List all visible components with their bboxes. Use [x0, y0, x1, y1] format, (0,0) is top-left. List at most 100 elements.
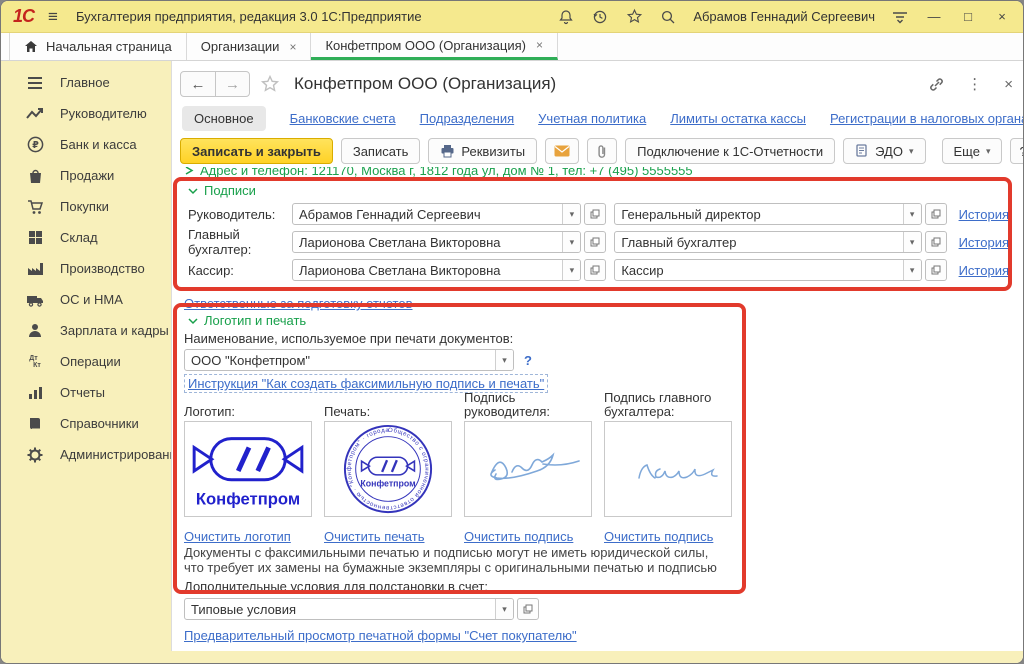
signatures-section-header[interactable]: Подписи [188, 183, 256, 198]
open-item-button[interactable] [925, 231, 947, 253]
favorites-star-icon[interactable] [625, 8, 643, 26]
requisites-label: Реквизиты [461, 144, 525, 159]
print-name-input[interactable] [185, 350, 495, 370]
accountant-name-input[interactable] [293, 232, 562, 252]
nav-tab-bank-accounts[interactable]: Банковские счета [290, 111, 396, 126]
tab-konfetprom[interactable]: Конфетпром ООО (Организация) × [311, 33, 558, 60]
close-window-button[interactable]: × [993, 9, 1011, 24]
open-item-button[interactable] [925, 259, 947, 281]
help-button[interactable]: ? [1010, 138, 1024, 164]
sidebar-item-rukovoditelyu[interactable]: Руководителю [1, 98, 171, 129]
manager-position-field[interactable]: ▾ [614, 203, 921, 225]
dropdown-arrow-icon[interactable]: ▾ [903, 260, 921, 280]
clear-accountant-signature-link[interactable]: Очистить подпись [604, 529, 713, 544]
nav-tab-registracii[interactable]: Регистрации в налоговых органах [830, 111, 1024, 126]
history-link[interactable]: История [959, 263, 1009, 278]
maximize-button[interactable]: □ [959, 9, 977, 24]
manager-name-field[interactable]: ▾ [292, 203, 581, 225]
connect-1c-reporting-button[interactable]: Подключение к 1С-Отчетности [625, 138, 835, 164]
tab-home[interactable]: Начальная страница [9, 33, 187, 60]
sidebar-item-sklad[interactable]: Склад [1, 222, 171, 253]
forward-button[interactable]: → [215, 72, 249, 96]
address-group-label: Адрес и телефон: 121170, Москва г, 1812 … [200, 167, 693, 178]
tab-close-icon[interactable]: × [536, 38, 543, 52]
logo-stamp-section-header[interactable]: Логотип и печать [188, 313, 306, 328]
sidebar-label: Покупки [60, 199, 109, 214]
open-item-button[interactable] [584, 259, 606, 281]
clear-manager-signature-link[interactable]: Очистить подпись [464, 529, 573, 544]
open-item-button[interactable] [584, 203, 606, 225]
open-item-button[interactable] [925, 203, 947, 225]
search-icon[interactable] [659, 8, 677, 26]
invoice-conditions-field[interactable]: ▾ [184, 598, 514, 620]
sidebar-item-otchety[interactable]: Отчеты [1, 377, 171, 408]
open-item-button[interactable] [517, 598, 539, 620]
save-button[interactable]: Записать [341, 138, 421, 164]
invoice-conditions-input[interactable] [185, 599, 495, 619]
favorite-star-icon[interactable] [260, 74, 280, 94]
history-link[interactable]: История [959, 235, 1009, 250]
back-button[interactable]: ← [181, 72, 215, 96]
dropdown-arrow-icon[interactable]: ▾ [903, 232, 921, 252]
name-help-link[interactable]: ? [524, 353, 532, 368]
accountant-position-field[interactable]: ▾ [614, 231, 921, 253]
logo-image[interactable]: Конфетпром [184, 421, 312, 517]
attachments-button[interactable] [587, 138, 617, 164]
save-and-close-button[interactable]: Записать и закрыть [180, 138, 333, 164]
accountant-signature-image[interactable] [604, 421, 732, 517]
manager-signature-image[interactable] [464, 421, 592, 517]
nav-tab-osnovnoe[interactable]: Основное [182, 106, 266, 131]
nav-tab-podrazdeleniya[interactable]: Подразделения [420, 111, 515, 126]
dropdown-arrow-icon[interactable]: ▾ [903, 204, 921, 224]
print-name-field[interactable]: ▾ [184, 349, 514, 371]
cashier-name-field[interactable]: ▾ [292, 259, 581, 281]
send-email-button[interactable] [545, 138, 579, 164]
history-link[interactable]: История [959, 207, 1009, 222]
nav-tab-limity-kassy[interactable]: Лимиты остатка кассы [670, 111, 806, 126]
clear-stamp-link[interactable]: Очистить печать [324, 529, 424, 544]
manager-position-input[interactable] [615, 204, 902, 224]
close-form-icon[interactable]: × [1004, 76, 1013, 93]
stamp-image[interactable]: Общество с ограниченной ответственностью… [324, 421, 452, 517]
requisites-button[interactable]: Реквизиты [428, 138, 537, 164]
dropdown-arrow-icon[interactable]: ▾ [562, 260, 580, 280]
open-item-button[interactable] [584, 231, 606, 253]
invoice-preview-link[interactable]: Предварительный просмотр печатной формы … [184, 628, 577, 643]
history-icon[interactable] [591, 8, 609, 26]
main-menu-icon[interactable]: ≡ [48, 7, 58, 27]
dropdown-arrow-icon[interactable]: ▾ [495, 350, 513, 370]
clear-logo-link[interactable]: Очистить логотип [184, 529, 291, 544]
sidebar-item-glavnoe[interactable]: Главное [1, 67, 171, 98]
sidebar-item-spravochniki[interactable]: Справочники [1, 408, 171, 439]
dropdown-arrow-icon[interactable]: ▾ [495, 599, 513, 619]
get-link-icon[interactable] [928, 76, 945, 93]
sidebar-item-os-nma[interactable]: ОС и НМА [1, 284, 171, 315]
dropdown-arrow-icon[interactable]: ▾ [562, 232, 580, 252]
more-button[interactable]: Еще ▾ [942, 138, 1003, 164]
sidebar-item-bank-kassa[interactable]: ₽ Банк и касса [1, 129, 171, 160]
notifications-bell-icon[interactable] [557, 8, 575, 26]
edo-button[interactable]: ЭДО ▾ [843, 138, 925, 164]
current-user[interactable]: Абрамов Геннадий Сергеевич [693, 9, 875, 24]
sidebar-item-operacii[interactable]: Дт Кт Операции [1, 346, 171, 377]
more-menu-icon[interactable]: ⋮ [967, 75, 982, 93]
minimize-button[interactable]: — [925, 9, 943, 24]
sidebar-item-prodazhi[interactable]: Продажи [1, 160, 171, 191]
cashier-position-field[interactable]: ▾ [614, 259, 921, 281]
accountant-position-input[interactable] [615, 232, 902, 252]
sidebar-item-administrirovanie[interactable]: Администрирование [1, 439, 171, 470]
manager-name-input[interactable] [293, 204, 562, 224]
cashier-position-input[interactable] [615, 260, 902, 280]
sidebar-item-pokupki[interactable]: Покупки [1, 191, 171, 222]
nav-tab-uchetnaya-politika[interactable]: Учетная политика [538, 111, 646, 126]
service-menu-icon[interactable] [891, 8, 909, 26]
sidebar-item-zarplata-kadry[interactable]: Зарплата и кадры [1, 315, 171, 346]
tab-close-icon[interactable]: × [289, 40, 296, 54]
tab-organizations[interactable]: Организации × [187, 33, 312, 60]
cashier-name-input[interactable] [293, 260, 562, 280]
accountant-name-field[interactable]: ▾ [292, 231, 581, 253]
dropdown-arrow-icon[interactable]: ▾ [562, 204, 580, 224]
sidebar-item-proizvodstvo[interactable]: Производство [1, 253, 171, 284]
address-group-row[interactable]: Адрес и телефон: 121170, Москва г, 1812 … [184, 167, 824, 180]
responsible-for-reports-link[interactable]: Ответственные за подготовку отчетов [184, 296, 413, 311]
